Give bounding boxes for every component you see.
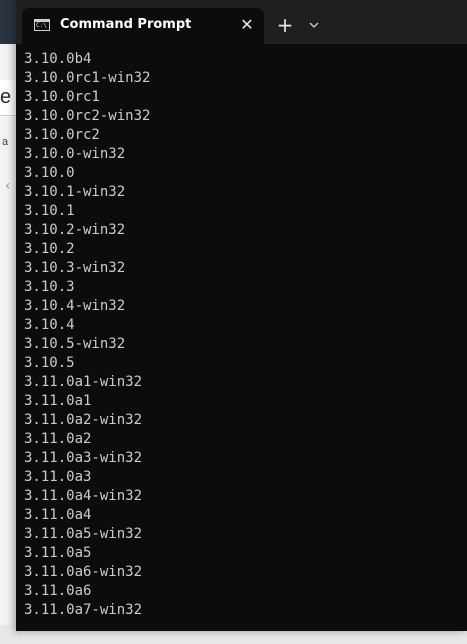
close-icon[interactable]: ✕ bbox=[236, 14, 258, 36]
command-prompt-icon: C:\ bbox=[34, 19, 50, 31]
chevron-down-icon[interactable] bbox=[304, 14, 326, 38]
console-line: 3.11.0a6-win32 bbox=[24, 564, 143, 580]
plus-icon[interactable]: + bbox=[271, 13, 299, 39]
command-prompt-icon-text: C:\ bbox=[36, 22, 47, 29]
console-line: 3.11.0a2 bbox=[24, 431, 92, 447]
console-line: 3.11.0a4-win32 bbox=[24, 488, 143, 504]
console-line: 3.11.0a5 bbox=[24, 545, 92, 561]
console-line: 3.10.0b4 bbox=[24, 51, 92, 67]
console-line: 3.10.0rc2 bbox=[24, 127, 100, 143]
console-line: 3.11.0a2-win32 bbox=[24, 412, 143, 428]
console-line: 3.11.0a6 bbox=[24, 583, 92, 599]
console-line: 3.10.1-win32 bbox=[24, 184, 126, 200]
console-line: 3.10.2 bbox=[24, 241, 75, 257]
console-line: 3.10.0rc1-win32 bbox=[24, 70, 151, 86]
console-line: 3.11.0a5-win32 bbox=[24, 526, 143, 542]
console-line: 3.10.5-win32 bbox=[24, 336, 126, 352]
console-line: 3.10.0 bbox=[24, 165, 75, 181]
console-line: 3.10.3 bbox=[24, 279, 75, 295]
console-line: 3.10.1 bbox=[24, 203, 75, 219]
console-line: 3.10.4-win32 bbox=[24, 298, 126, 314]
console-line: 3.10.0rc1 bbox=[24, 89, 100, 105]
console-line: 3.11.0a4 bbox=[24, 507, 92, 523]
terminal-window: C:\ Command Prompt ✕ + 3.10.0b4 3.10.0rc1… bbox=[16, 0, 467, 631]
background-heading-fragment: e bbox=[0, 86, 12, 108]
console-line: 3.10.4 bbox=[24, 317, 75, 333]
terminal-titlebar[interactable]: C:\ Command Prompt ✕ + bbox=[16, 0, 467, 44]
console-output[interactable]: 3.10.0b4 3.10.0rc1-win32 3.10.0rc1 3.10.0rc… bbox=[24, 50, 459, 625]
tab-title: Command Prompt bbox=[60, 17, 192, 32]
console-line: 3.11.0a7-win32 bbox=[24, 602, 143, 618]
tab-command-prompt[interactable]: C:\ Command Prompt ✕ bbox=[22, 8, 264, 44]
console-line: 3.10.0rc2-win32 bbox=[24, 108, 151, 124]
background-text-fragment: a bbox=[2, 136, 9, 148]
console-line: 3.10.3-win32 bbox=[24, 260, 126, 276]
console-line: 3.11.0a3 bbox=[24, 469, 92, 485]
console-line: 3.11.0a1-win32 bbox=[24, 374, 143, 390]
chevron-left-icon[interactable]: ‹ bbox=[5, 178, 11, 194]
console-line: 3.11.0a1 bbox=[24, 393, 92, 409]
console-line: 3.10.5 bbox=[24, 355, 75, 371]
console-line: 3.10.2-win32 bbox=[24, 222, 126, 238]
console-line: 3.10.0-win32 bbox=[24, 146, 126, 162]
console-line: 3.11.0a3-win32 bbox=[24, 450, 143, 466]
